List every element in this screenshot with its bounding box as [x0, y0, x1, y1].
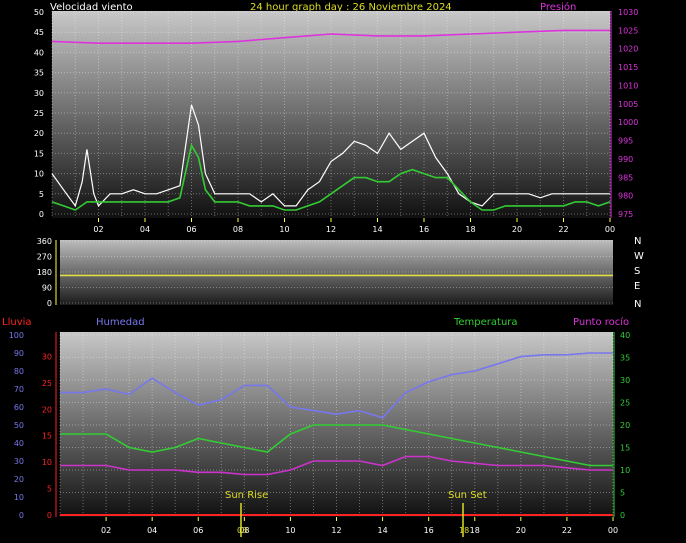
- temperature-label: Temperatura: [453, 317, 518, 328]
- wind-x-label: 06: [186, 225, 196, 234]
- temperature-axis-tick: 15: [620, 444, 630, 453]
- dewpoint-label: Punto rocío: [573, 316, 629, 328]
- wind-x-label: 02: [93, 225, 103, 234]
- temperature-axis-tick: 30: [620, 376, 630, 385]
- wind-axis-tick: 40: [34, 48, 44, 57]
- wind-x-label: 08: [233, 225, 243, 234]
- weather-graph: Velocidad viento 24 hour graph day : 26 …: [2, 1, 644, 537]
- rain-axis-tick: 20: [42, 405, 52, 414]
- temperature-axis-tick: 10: [620, 466, 630, 475]
- temp-x-label: 12: [331, 526, 341, 535]
- rain-axis-tick: 25: [42, 379, 52, 388]
- temp-x-label: 00: [608, 526, 618, 535]
- wind-axis-tick: 30: [34, 89, 44, 98]
- direction-axis-tick: 360: [37, 237, 52, 246]
- wind-x-label: 18: [465, 225, 475, 234]
- rain-axis-tick: 0: [47, 511, 52, 520]
- humidity-axis-tick: 10: [14, 493, 24, 502]
- compass-s: S: [634, 266, 640, 277]
- rain-axis-tick: 10: [42, 458, 52, 467]
- compass-n-bottom: N: [634, 299, 641, 310]
- wind-axis-tick: 0: [39, 210, 44, 219]
- temperature-axis-tick: 0: [620, 511, 625, 520]
- wind-axis-tick: 50: [34, 8, 44, 17]
- wind-x-label: 16: [419, 225, 429, 234]
- wind-axis-tick: 10: [34, 170, 44, 179]
- sunset-time: 18: [459, 526, 469, 535]
- pressure-axis-tick: 995: [618, 137, 633, 146]
- temperature-axis-tick: 5: [620, 489, 625, 498]
- temp-x-label: 20: [516, 526, 526, 535]
- direction-axis-tick: 270: [37, 253, 52, 262]
- humidity-axis-tick: 90: [14, 349, 24, 358]
- compass-w: W: [634, 251, 644, 262]
- temp-x-label: 16: [424, 526, 434, 535]
- pressure-axis-tick: 980: [618, 192, 633, 201]
- compass-n-top: N: [634, 236, 641, 247]
- temp-x-label: 04: [147, 526, 157, 535]
- direction-axis-tick: 90: [42, 284, 52, 293]
- temp-x-label: 22: [562, 526, 572, 535]
- rain-axis-tick: 5: [47, 485, 52, 494]
- humidity-axis-tick: 0: [19, 511, 24, 520]
- pressure-axis-tick: 990: [618, 155, 633, 164]
- humidity-axis-tick: 80: [14, 367, 24, 376]
- humidity-axis-tick: 100: [9, 331, 24, 340]
- temp-x-label: 06: [193, 526, 203, 535]
- pressure-axis-tick: 1000: [618, 118, 638, 127]
- wind-axis-tick: 20: [34, 129, 44, 138]
- wind-x-label: 12: [326, 225, 336, 234]
- temperature-axis-tick: 35: [620, 354, 630, 363]
- humidity-axis-tick: 60: [14, 403, 24, 412]
- humidity-axis-tick: 50: [14, 421, 24, 430]
- temperature-axis-tick: 20: [620, 421, 630, 430]
- temperature-axis-tick: 40: [620, 331, 630, 340]
- pressure-axis-tick: 985: [618, 173, 633, 182]
- temp-x-label: 02: [101, 526, 111, 535]
- humidity-axis-tick: 70: [14, 385, 24, 394]
- sunset-label: Sun Set: [448, 490, 487, 501]
- rain-axis-tick: 30: [42, 352, 52, 361]
- rain-axis-tick: 15: [42, 432, 52, 441]
- humidity-axis-tick: 40: [14, 439, 24, 448]
- temp-x-label: 18: [470, 526, 480, 535]
- sunrise-time: 08: [237, 526, 247, 535]
- wind-axis-tick: 25: [34, 109, 44, 118]
- wind-x-label: 10: [279, 225, 289, 234]
- pressure-axis-tick: 1010: [618, 81, 638, 90]
- compass-e: E: [634, 281, 640, 292]
- humidity-axis-tick: 30: [14, 457, 24, 466]
- sunrise-label: Sun Rise: [225, 490, 268, 501]
- wind-axis-tick: 15: [34, 149, 44, 158]
- temp-x-label: 10: [285, 526, 295, 535]
- pressure-axis-tick: 1025: [618, 26, 638, 35]
- direction-axis-tick: 180: [37, 268, 52, 277]
- humidity-axis-tick: 20: [14, 475, 24, 484]
- pressure-axis-tick: 1030: [618, 8, 638, 17]
- wind-x-label: 14: [372, 225, 382, 234]
- wind-x-label: 20: [512, 225, 522, 234]
- direction-axis-tick: 0: [47, 299, 52, 308]
- wind-x-label: 22: [558, 225, 568, 234]
- temperature-axis-tick: 25: [620, 399, 630, 408]
- temp-x-label: 14: [377, 526, 387, 535]
- wind-axis-tick: 5: [39, 190, 44, 199]
- humidity-label: Humedad: [96, 317, 145, 328]
- wind-axis-tick: 35: [34, 69, 44, 78]
- wind-axis-tick: 45: [34, 28, 44, 37]
- pressure-axis-tick: 1020: [618, 45, 638, 54]
- rain-label: Lluvia: [2, 317, 32, 328]
- pressure-axis-tick: 1015: [618, 63, 638, 72]
- pressure-axis-tick: 975: [618, 210, 633, 219]
- pressure-axis-tick: 1005: [618, 100, 638, 109]
- wind-x-label: 00: [605, 225, 615, 234]
- wind-x-label: 04: [140, 225, 150, 234]
- wind-panel: [52, 11, 610, 218]
